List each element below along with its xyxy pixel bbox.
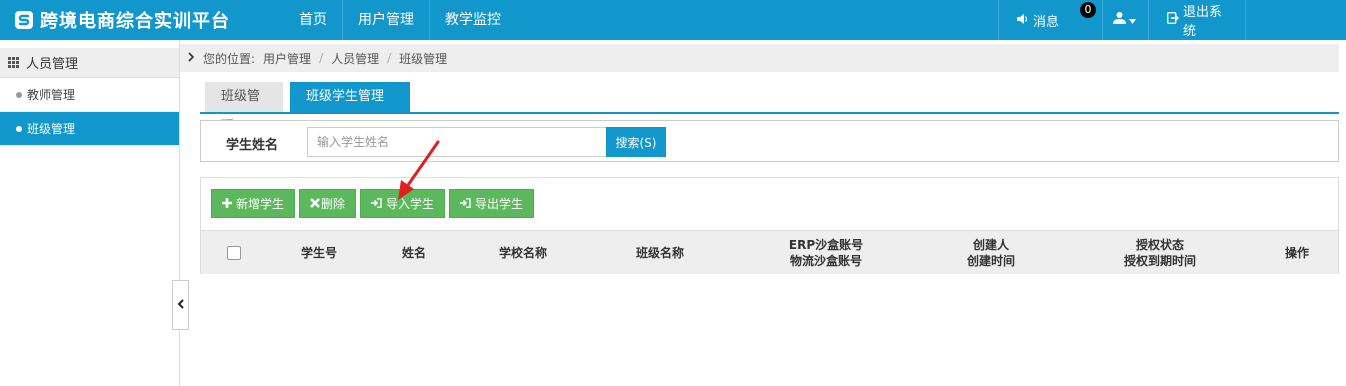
- export-icon: [460, 197, 471, 211]
- breadcrumb-separator: /: [387, 51, 392, 65]
- user-icon: [1113, 12, 1126, 28]
- button-label: 新增学生: [236, 197, 285, 211]
- button-label: 删除: [321, 197, 346, 211]
- plus-icon: [222, 197, 232, 211]
- breadcrumb-item[interactable]: 人员管理: [331, 50, 379, 67]
- column-header-school[interactable]: 学校名称: [471, 231, 575, 275]
- column-header-sublabel: 物流沙盒账号: [789, 254, 862, 268]
- toolbar: 新增学生 删除 导入学生 导出学生: [211, 189, 535, 218]
- chevron-down-icon: [1129, 13, 1136, 28]
- top-bar: 跨境电商综合实训平台 首页 用户管理 教学监控 消息 0 退出系统: [0, 0, 1346, 40]
- logout-label: 退出系统: [1183, 5, 1223, 39]
- sidebar-collapse-button[interactable]: [172, 280, 189, 330]
- column-header-label: 班级名称: [635, 246, 684, 260]
- logout-button[interactable]: 退出系统: [1148, 0, 1246, 40]
- select-all-checkbox[interactable]: [227, 246, 241, 260]
- search-button[interactable]: 搜索(S): [606, 127, 666, 157]
- header-right: 消息 0 退出系统: [998, 0, 1246, 40]
- user-menu-button[interactable]: [1102, 0, 1148, 40]
- sidebar-item-label: 班级管理: [27, 122, 76, 136]
- tab-class-student-management[interactable]: 班级学生管理 ✖: [290, 82, 410, 134]
- x-icon: [310, 197, 320, 211]
- column-header-class[interactable]: 班级名称: [606, 231, 714, 275]
- nav-item-teaching-monitor[interactable]: 教学监控: [430, 0, 516, 40]
- column-header-sublabel: 授权到期时间: [1123, 254, 1196, 268]
- import-icon: [371, 197, 382, 211]
- sidebar: 人员管理 教师管理 班级管理: [0, 40, 180, 386]
- chevron-right-icon: [188, 51, 195, 65]
- nav-item-home[interactable]: 首页: [284, 0, 343, 40]
- column-header-sandbox-accounts[interactable]: ERP沙盒账号 物流沙盒账号: [756, 231, 896, 275]
- volume-icon: [1017, 13, 1029, 28]
- sidebar-section-header[interactable]: 人员管理: [0, 40, 179, 78]
- breadcrumb-separator: /: [319, 51, 324, 65]
- column-header-label: ERP沙盒账号: [788, 238, 864, 252]
- student-name-label: 学生姓名: [226, 138, 279, 153]
- chevron-left-icon: [177, 298, 184, 312]
- bullet-icon: [16, 125, 22, 132]
- messages-button[interactable]: 消息 0: [998, 0, 1102, 40]
- column-header-label: 创建人: [972, 238, 1009, 252]
- breadcrumb-prefix: 您的位置:: [203, 51, 256, 66]
- logo-icon: [14, 10, 34, 30]
- student-name-input[interactable]: [307, 127, 607, 157]
- nav-item-user-management[interactable]: 用户管理: [343, 0, 430, 40]
- main-nav: 首页 用户管理 教学监控: [284, 0, 516, 40]
- export-students-button[interactable]: 导出学生: [449, 189, 535, 218]
- sidebar-section-label: 人员管理: [26, 57, 79, 72]
- column-header-name[interactable]: 姓名: [379, 231, 449, 275]
- table-header: 学生号 姓名 学校名称 班级名称 ERP沙盒账号 物流沙盒账号 创建人 创建时间…: [201, 230, 1338, 274]
- grid-icon: [8, 56, 20, 69]
- column-header-label: 操作: [1284, 246, 1309, 260]
- breadcrumb-item: 班级管理: [399, 51, 448, 66]
- add-student-button[interactable]: 新增学生: [211, 189, 296, 218]
- student-table-panel: 新增学生 删除 导入学生 导出学生 学生号 姓名 学校名称 班级名称 ERP沙盒…: [200, 177, 1339, 274]
- button-label: 导出学生: [475, 197, 524, 211]
- delete-button[interactable]: 删除: [299, 189, 357, 218]
- tab-class-management[interactable]: 班级管理: [205, 82, 283, 134]
- brand[interactable]: 跨境电商综合实训平台: [14, 0, 230, 40]
- logout-icon: [1166, 11, 1179, 28]
- sidebar-item-teacher-management[interactable]: 教师管理: [0, 78, 179, 112]
- column-header-label: 姓名: [401, 246, 426, 260]
- column-header-creator[interactable]: 创建人 创建时间: [941, 231, 1041, 275]
- annotation-arrow-icon: [398, 140, 440, 200]
- tab-bar: 班级管理 班级学生管理 ✖: [200, 82, 1339, 134]
- select-all-checkbox-cell: [219, 231, 249, 275]
- column-header-label: 学生号: [300, 246, 337, 260]
- sidebar-item-class-management[interactable]: 班级管理: [0, 112, 179, 146]
- bullet-icon: [16, 91, 22, 98]
- app-title: 跨境电商综合实训平台: [40, 11, 230, 32]
- column-header-label: 学校名称: [498, 246, 547, 260]
- breadcrumb: 您的位置: 用户管理 / 人员管理 / 班级管理: [180, 40, 1339, 72]
- column-header-sublabel: 创建时间: [966, 254, 1015, 268]
- messages-label: 消息: [1033, 14, 1060, 30]
- column-header-authorization[interactable]: 授权状态 授权到期时间: [1101, 231, 1219, 275]
- messages-count-badge: 0: [1080, 2, 1096, 18]
- column-header-label: 授权状态: [1135, 238, 1184, 252]
- search-panel: 学生姓名 搜索(S): [200, 120, 1339, 162]
- column-header-actions: 操作: [1269, 231, 1325, 275]
- sidebar-item-label: 教师管理: [27, 88, 76, 102]
- column-header-student-no[interactable]: 学生号: [279, 231, 359, 275]
- breadcrumb-item[interactable]: 用户管理: [263, 50, 311, 67]
